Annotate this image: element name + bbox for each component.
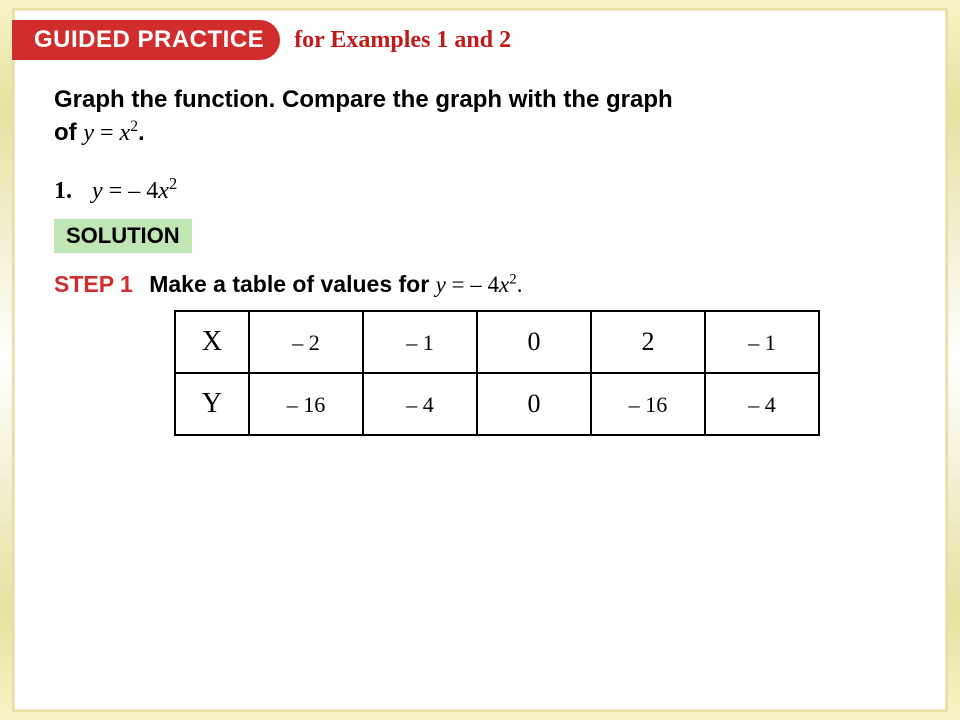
problem-eq-mid: = [103,178,129,204]
step1-period: . [517,272,523,297]
content-area: Graph the function. Compare the graph wi… [14,60,946,436]
prompt-line2-prefix: of [54,119,83,146]
problem-eq-sup: 2 [169,174,177,193]
step1-eq-x: x [499,272,509,297]
prompt-eq-y: y [83,120,94,146]
prompt-eq-mid: = [94,120,120,146]
solution-badge: SOLUTION [54,219,192,253]
prompt-period: . [138,119,145,146]
y-cell: – 4 [705,373,819,435]
prompt-eq-x: x [120,120,131,146]
y-cell: – 4 [363,373,477,435]
prompt-text: Graph the function. Compare the graph wi… [54,84,906,150]
step1-eq-mid: = [446,272,470,297]
problem-eq-neg: – 4 [128,178,158,204]
row-head-y: Y [175,373,249,435]
table-row: X – 2 – 1 0 2 – 1 [175,311,819,373]
step1-row: STEP 1 Make a table of values for y = – … [54,271,906,298]
step1-eq-sup: 2 [509,271,516,287]
problem-number: 1. [54,178,72,204]
row-head-x: X [175,311,249,373]
prompt-eq-sup: 2 [130,118,138,135]
header-subtitle: for Examples 1 and 2 [294,27,511,54]
y-cell: – 16 [249,373,363,435]
x-cell: 0 [477,311,591,373]
table-row: Y – 16 – 4 0 – 16 – 4 [175,373,819,435]
step1-label: STEP 1 [54,271,133,297]
step1-eq-neg: – 4 [470,272,499,297]
values-table: X – 2 – 1 0 2 – 1 Y – 16 – 4 0 – 16 – 4 [174,310,820,436]
x-cell: 2 [591,311,705,373]
y-cell: 0 [477,373,591,435]
page-inner: GUIDED PRACTICE for Examples 1 and 2 Gra… [12,8,948,712]
guided-practice-pill: GUIDED PRACTICE [12,20,280,60]
x-cell: – 1 [363,311,477,373]
x-cell: – 1 [705,311,819,373]
x-cell: – 2 [249,311,363,373]
problem-eq-y: y [92,178,103,204]
step1-text-prefix: Make a table of values for [149,271,435,297]
y-cell: – 16 [591,373,705,435]
problem-eq-x: x [158,178,169,204]
prompt-line1: Graph the function. Compare the graph wi… [54,86,673,113]
values-table-wrap: X – 2 – 1 0 2 – 1 Y – 16 – 4 0 – 16 – 4 [174,310,906,436]
step1-eq-y: y [436,272,446,297]
header-row: GUIDED PRACTICE for Examples 1 and 2 [12,20,946,60]
problem-line: 1. y = – 4x2 [54,174,906,205]
